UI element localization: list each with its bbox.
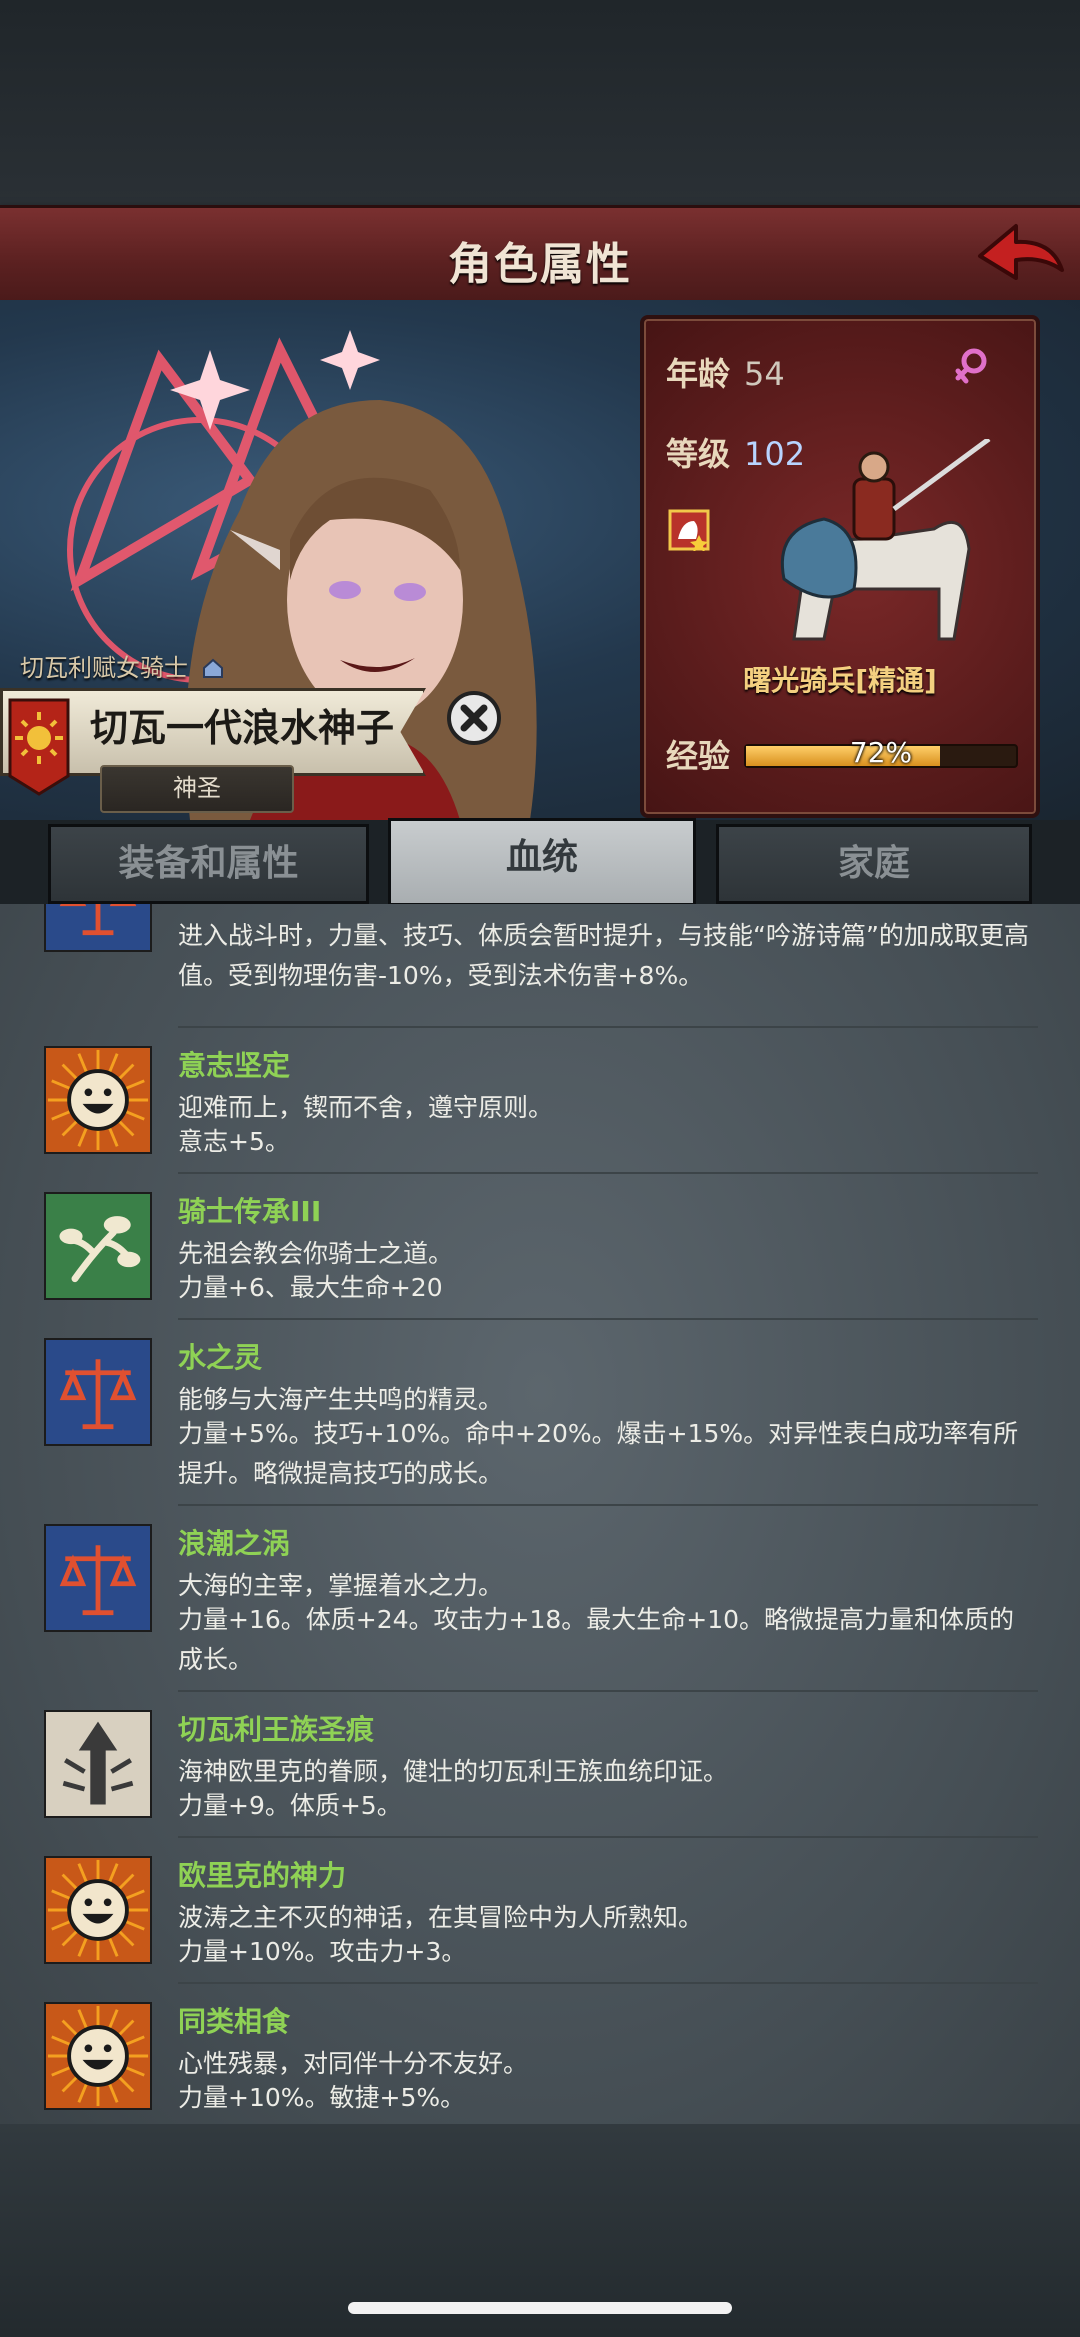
trait-effect: 力量+10%。攻击力+3。 <box>178 1937 467 1966</box>
top-dark-area <box>0 0 1080 205</box>
trait-effect: 进入战斗时，力量、技巧、体质会暂时提升，与技能“吟游诗篇”的加成取更高值。受到物… <box>178 921 1029 990</box>
smiley-icon <box>44 1046 152 1154</box>
age-value: 54 <box>744 355 785 393</box>
smiley-icon <box>44 1856 152 1964</box>
trait-effect: 力量+9。体质+5。 <box>178 1791 402 1820</box>
tab-family[interactable]: 家庭 <box>716 824 1032 904</box>
tab-equipment[interactable]: 装备和属性 <box>48 824 369 904</box>
age-label: 年龄 <box>666 355 731 393</box>
divider <box>178 1690 1038 1692</box>
female-gender-icon <box>955 348 987 384</box>
title-bar: 角色属性 <box>0 205 1080 306</box>
scales-icon <box>44 1524 152 1632</box>
divider <box>178 1836 1038 1838</box>
house-icon <box>202 658 223 678</box>
trait-description: 海神欧里克的眷顾，健壮的切瓦利王族血统印证。 <box>178 1757 729 1786</box>
scales-icon <box>44 904 152 952</box>
exp-percent: 72% <box>849 736 913 769</box>
divider <box>178 1318 1038 1320</box>
exp-row: 经验 <box>666 731 730 777</box>
home-indicator[interactable] <box>348 2302 732 2314</box>
trait-name: 同类相食 <box>178 2005 291 2038</box>
trait-effect: 力量+16。体质+24。攻击力+18。最大生命+10。略微提高力量和体质的成长。 <box>178 1605 1015 1674</box>
trait-name: 欧里克的神力 <box>178 1859 347 1892</box>
tab-bar: 装备和属性 血统 家庭 <box>0 818 1080 906</box>
trait-effect: 力量+5%。技巧+10%。命中+20%。爆击+15%。对异性表白成功率有所提升。… <box>178 1419 1019 1488</box>
close-icon[interactable] <box>446 690 502 746</box>
trait-description: 波涛之主不灭的神话，在其冒险中为人所熟知。 <box>178 1903 704 1932</box>
divider <box>178 1172 1038 1174</box>
page-title: 角色属性 <box>448 239 632 290</box>
trait-effect: 力量+10%。敏捷+5%。 <box>178 2083 466 2112</box>
scales-icon <box>44 1338 152 1446</box>
scar-icon <box>44 1710 152 1818</box>
exp-progress-bar: 72% <box>744 736 1018 769</box>
trait-list[interactable]: 进入战斗时，力量、技巧、体质会暂时提升，与技能“吟游诗篇”的加成取更高值。受到物… <box>0 904 1080 2124</box>
divider <box>178 1504 1038 1506</box>
trait-description: 能够与大海产生共鸣的精灵。 <box>178 1385 504 1414</box>
tab-bloodline[interactable]: 血统 <box>388 818 696 906</box>
class-name: 曙光骑兵[精通] <box>743 664 937 697</box>
sun-crest-icon <box>8 698 70 796</box>
trait-effect: 力量+6、最大生命+20 <box>178 1273 443 1302</box>
trait-description: 心性残暴，对同伴十分不友好。 <box>178 2049 529 2078</box>
divider <box>178 1982 1038 1984</box>
level-label: 等级 <box>666 435 731 473</box>
character-title-tag: 切瓦利赋女骑士 <box>20 648 224 683</box>
trait-name: 骑士传承III <box>178 1195 322 1228</box>
class-badge-icon[interactable] <box>668 509 710 551</box>
branch-icon <box>44 1192 152 1300</box>
mounted-knight-sprite <box>780 439 991 641</box>
trait-description: 先祖会教会你骑士之道。 <box>178 1239 454 1268</box>
age-row: 年龄 54 <box>666 349 785 395</box>
stats-panel: 年龄 54 等级 102 曙光骑兵[精通] 经验 72% <box>640 315 1040 818</box>
trait-description: 迎难而上，锲而不舍，遵守原则。 <box>178 1093 554 1122</box>
trait-name: 水之灵 <box>178 1341 263 1374</box>
trait-name: 意志坚定 <box>178 1049 291 1082</box>
trait-name: 切瓦利王族圣痕 <box>178 1713 375 1746</box>
trait-name: 浪潮之涡 <box>178 1527 291 1560</box>
trait-description: 大海的主宰，掌握着水之力。 <box>178 1571 504 1600</box>
trait-effect: 意志+5。 <box>178 1127 290 1156</box>
divider <box>178 1026 1038 1028</box>
back-arrow-icon[interactable] <box>972 218 1067 293</box>
character-name: 切瓦一代浪水神子 <box>90 706 395 750</box>
smiley-icon <box>44 2002 152 2110</box>
exp-label: 经验 <box>666 737 731 775</box>
rank-tag: 神圣 <box>100 765 294 813</box>
